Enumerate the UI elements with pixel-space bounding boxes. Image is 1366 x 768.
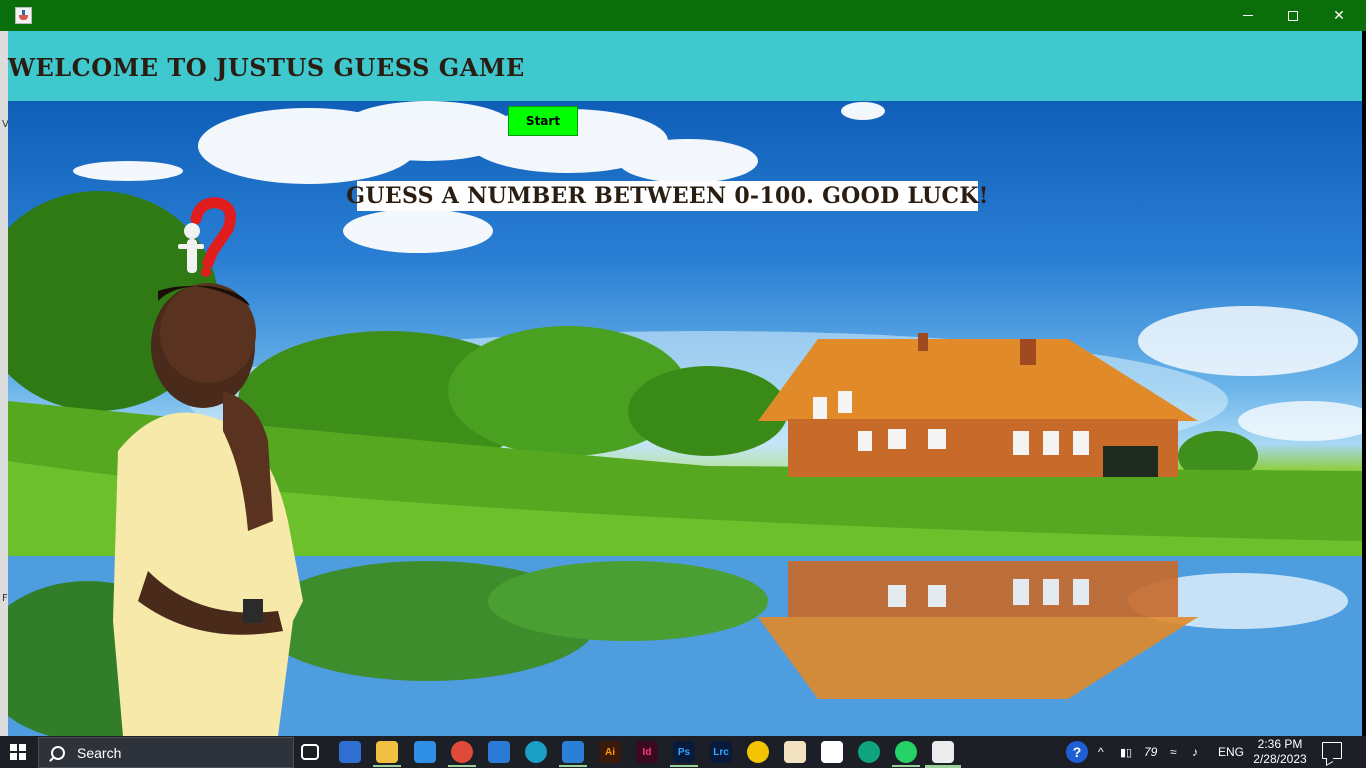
clock[interactable]: 2:36 PM 2/28/2023 xyxy=(1250,736,1310,768)
clock-time: 2:36 PM xyxy=(1257,737,1303,751)
photoshop-active-indicator xyxy=(670,765,698,767)
file-explorer-icon[interactable] xyxy=(376,741,398,763)
page-title: Welcome to Justus Guess Game xyxy=(8,53,525,82)
app-white-icon[interactable] xyxy=(821,741,843,763)
edge-icon[interactable] xyxy=(525,741,547,763)
photoshop-icon[interactable]: Ps xyxy=(673,741,695,763)
search-label: Search xyxy=(77,744,122,761)
header-panel: Welcome to Justus Guess Game xyxy=(8,31,1362,101)
chrome-icon[interactable] xyxy=(451,741,473,763)
start-button[interactable]: Start xyxy=(508,106,578,136)
app-orange-icon[interactable] xyxy=(784,741,806,763)
task-view-icon[interactable] xyxy=(301,744,319,760)
search-icon xyxy=(51,745,65,760)
windows-logo-icon xyxy=(10,744,26,760)
java-cup-icon xyxy=(15,7,32,24)
whatsapp-icon[interactable] xyxy=(895,741,917,763)
vscode-icon[interactable] xyxy=(562,741,584,763)
instruction-label: Guess a number between 0-100. Good Luck! xyxy=(346,183,989,209)
vscode-active-indicator xyxy=(559,765,587,767)
chrome-active-indicator xyxy=(448,765,476,767)
minimize-icon xyxy=(1243,15,1253,16)
indesign-icon[interactable]: Id xyxy=(636,741,658,763)
windows-start-button[interactable] xyxy=(0,736,36,768)
volume-icon[interactable]: ♪ xyxy=(1192,736,1198,768)
wifi-icon[interactable]: ≈ xyxy=(1170,736,1177,768)
norton-icon[interactable] xyxy=(747,741,769,763)
tray-chevron-up-icon[interactable]: ^ xyxy=(1098,736,1104,768)
notification-center-icon[interactable] xyxy=(1322,742,1342,759)
minimize-button[interactable] xyxy=(1225,0,1271,31)
instruction-label-box: Guess a number between 0-100. Good Luck! xyxy=(346,181,988,211)
lightroom-classic-icon[interactable]: Lrc xyxy=(710,741,732,763)
illustrator-icon[interactable]: Ai xyxy=(599,741,621,763)
mail-icon[interactable] xyxy=(414,741,436,763)
app-blue-icon[interactable] xyxy=(488,741,510,763)
file-explorer-active-indicator xyxy=(373,765,401,767)
maximize-icon xyxy=(1288,10,1298,21)
battery-icon[interactable]: ▮▯ xyxy=(1120,736,1132,768)
taskbar-search[interactable]: Search xyxy=(38,737,294,768)
chatgpt-icon[interactable] xyxy=(858,741,880,763)
taskbar: Search Ai Id Ps Lrc ? ^ ▮▯ 79 ≈ ♪ ENG 2:… xyxy=(0,736,1366,768)
java-app-icon[interactable] xyxy=(932,741,954,763)
language-indicator[interactable]: ENG xyxy=(1218,736,1244,768)
close-button[interactable]: ✕ xyxy=(1316,0,1362,31)
house xyxy=(758,333,1198,477)
whatsapp-active-indicator xyxy=(892,765,920,767)
background-window-strip: V F xyxy=(0,31,9,736)
background-window-glyph: F xyxy=(2,593,8,604)
maximize-button[interactable] xyxy=(1270,0,1316,31)
battery-percent: 79 xyxy=(1144,745,1158,759)
store-icon[interactable] xyxy=(339,741,361,763)
window-titlebar: ✕ xyxy=(0,0,1366,31)
clock-date: 2/28/2023 xyxy=(1253,752,1307,766)
close-icon: ✕ xyxy=(1333,7,1345,24)
help-icon[interactable]: ? xyxy=(1066,741,1088,763)
